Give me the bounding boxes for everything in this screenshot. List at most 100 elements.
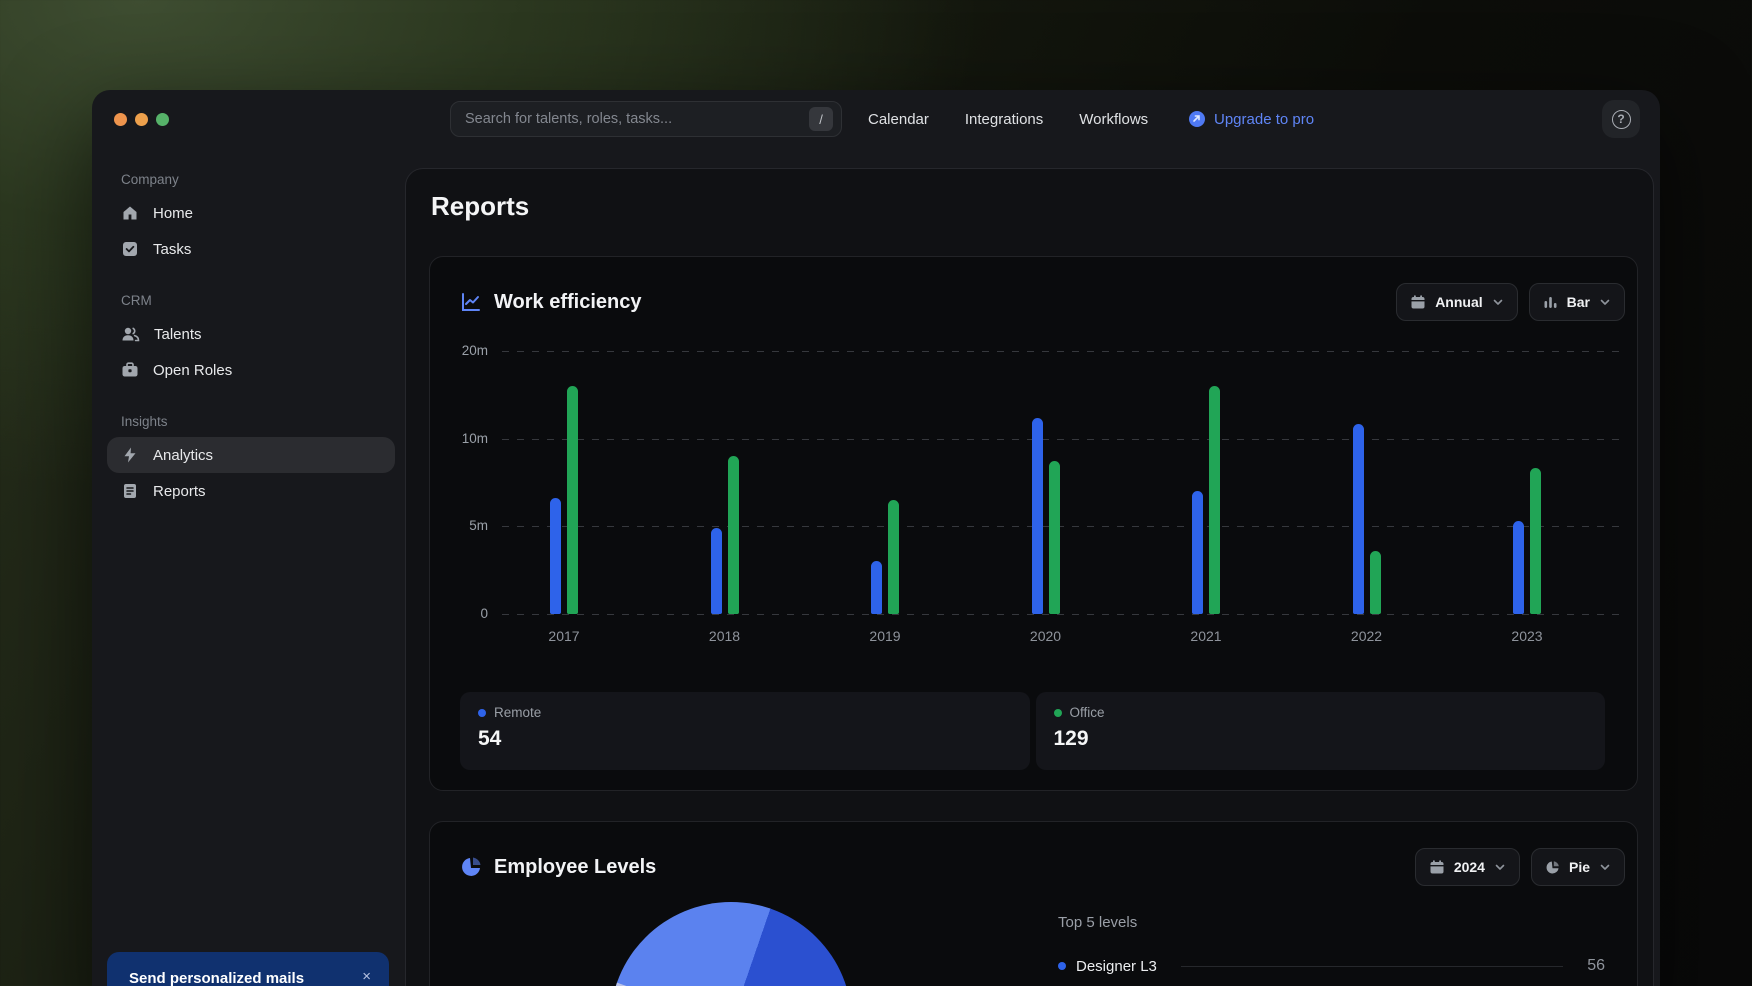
period-dropdown-value: Annual [1435,294,1482,310]
bar-remote-2018[interactable] [711,528,722,614]
sidebar-item-label: Analytics [153,447,213,464]
home-icon [121,204,139,222]
window-controls [114,113,169,126]
line-chart-icon [460,291,482,313]
bar-office-2022[interactable] [1370,551,1381,614]
top-levels-list: Top 5 levels Designer L3 56 [1058,914,1605,975]
window-close-button[interactable] [114,113,127,126]
bar-chart-icon [1543,295,1558,310]
card-title: Employee Levels [494,856,656,879]
sidebar-section-company: Company [121,172,395,187]
bar-remote-2023[interactable] [1513,521,1524,614]
help-button[interactable]: ? [1602,100,1640,138]
bar-office-2019[interactable] [888,500,899,614]
sidebar-item-reports[interactable]: Reports [107,473,395,509]
leader-line [1181,966,1563,967]
chart-type-dropdown[interactable]: Pie [1531,848,1625,886]
gridline-10m [502,439,1625,440]
y-axis-labels: 20m10m5m0 [448,351,488,614]
chart-type-dropdown-value: Bar [1567,294,1590,310]
page-title: Reports [431,191,1653,222]
top-navigation: Calendar Integrations Workflows [868,90,1148,148]
x-tick-2021: 2021 [1161,628,1251,644]
bar-remote-2020[interactable] [1032,418,1043,614]
sidebar-item-analytics[interactable]: Analytics [107,437,395,473]
office-series-dot [1054,709,1062,717]
sidebar-item-label: Tasks [153,241,191,258]
lightning-icon [121,446,139,464]
period-dropdown[interactable]: Annual [1396,283,1517,321]
calendar-icon [1410,294,1426,310]
bar-office-2017[interactable] [567,386,578,614]
sidebar-item-home[interactable]: Home [107,195,395,231]
pie-chart[interactable] [610,902,852,986]
promo-banner-text: Send personalized mails [129,970,304,986]
level-label: Designer L3 [1076,958,1157,975]
nav-workflows[interactable]: Workflows [1079,111,1148,128]
sidebar: Company Home Tasks CRM [92,148,405,986]
chevron-down-icon [1494,861,1506,873]
gridline-5m [502,526,1625,527]
search-input[interactable] [465,111,809,127]
bar-office-2020[interactable] [1049,461,1060,614]
chart-type-dropdown[interactable]: Bar [1529,283,1625,321]
x-tick-2018: 2018 [680,628,770,644]
sidebar-item-open-roles[interactable]: Open Roles [107,352,395,388]
card-title: Work efficiency [494,291,641,314]
bar-remote-2017[interactable] [550,498,561,614]
sidebar-item-tasks[interactable]: Tasks [107,231,395,267]
content-row: Company Home Tasks CRM [92,148,1660,986]
window-zoom-button[interactable] [156,113,169,126]
topbar: / Calendar Integrations Workflows Upgrad… [92,90,1660,148]
x-tick-2020: 2020 [1001,628,1091,644]
document-icon [121,482,139,500]
stat-label: Remote [494,705,541,720]
year-dropdown[interactable]: 2024 [1415,848,1520,886]
briefcase-icon [121,361,139,379]
remote-series-dot [478,709,486,717]
bar-remote-2021[interactable] [1192,491,1203,614]
chevron-down-icon [1599,296,1611,308]
upgrade-to-pro-link[interactable]: Upgrade to pro [1188,90,1314,148]
level-row-designer-l3[interactable]: Designer L3 56 [1058,957,1605,975]
main-panel: Reports Work efficiency [405,168,1654,986]
x-tick-2022: 2022 [1322,628,1412,644]
promo-banner[interactable]: Send personalized mails × [107,952,389,986]
pie-icon [1545,860,1560,875]
bar-remote-2019[interactable] [871,561,882,614]
nav-calendar[interactable]: Calendar [868,111,929,128]
stat-office[interactable]: Office 129 [1036,692,1606,770]
y-tick-10m: 10m [448,431,488,446]
app-window: / Calendar Integrations Workflows Upgrad… [92,90,1660,986]
year-dropdown-value: 2024 [1454,859,1485,875]
bar-office-2023[interactable] [1530,468,1541,614]
x-tick-2019: 2019 [840,628,930,644]
y-tick-0: 0 [448,606,488,621]
gridline-0 [502,614,1625,615]
sidebar-item-label: Open Roles [153,362,232,379]
stat-remote[interactable]: Remote 54 [460,692,1030,770]
calendar-icon [1429,859,1445,875]
close-icon[interactable]: × [358,966,375,986]
gridline-20m [502,351,1625,352]
upgrade-pro-icon [1188,110,1206,128]
employee-levels-card: Employee Levels 2024 [429,821,1638,986]
x-tick-2023: 2023 [1482,628,1572,644]
question-mark-icon: ? [1612,110,1631,129]
top-levels-title: Top 5 levels [1058,914,1605,931]
sidebar-item-label: Talents [154,326,202,343]
tasks-icon [121,240,139,258]
chart-legend-stats: Remote 54 Office 129 [460,692,1605,770]
sidebar-section-crm: CRM [121,293,395,308]
bar-office-2021[interactable] [1209,386,1220,614]
bar-remote-2022[interactable] [1353,424,1364,614]
window-minimize-button[interactable] [135,113,148,126]
nav-integrations[interactable]: Integrations [965,111,1043,128]
sidebar-item-talents[interactable]: Talents [107,316,395,352]
bar-chart-plot: 2017201820192020202120222023 [502,351,1625,614]
search-bar: / [450,101,842,137]
bar-office-2018[interactable] [728,456,739,614]
sidebar-item-label: Reports [153,483,206,500]
chevron-down-icon [1492,296,1504,308]
x-tick-2017: 2017 [519,628,609,644]
